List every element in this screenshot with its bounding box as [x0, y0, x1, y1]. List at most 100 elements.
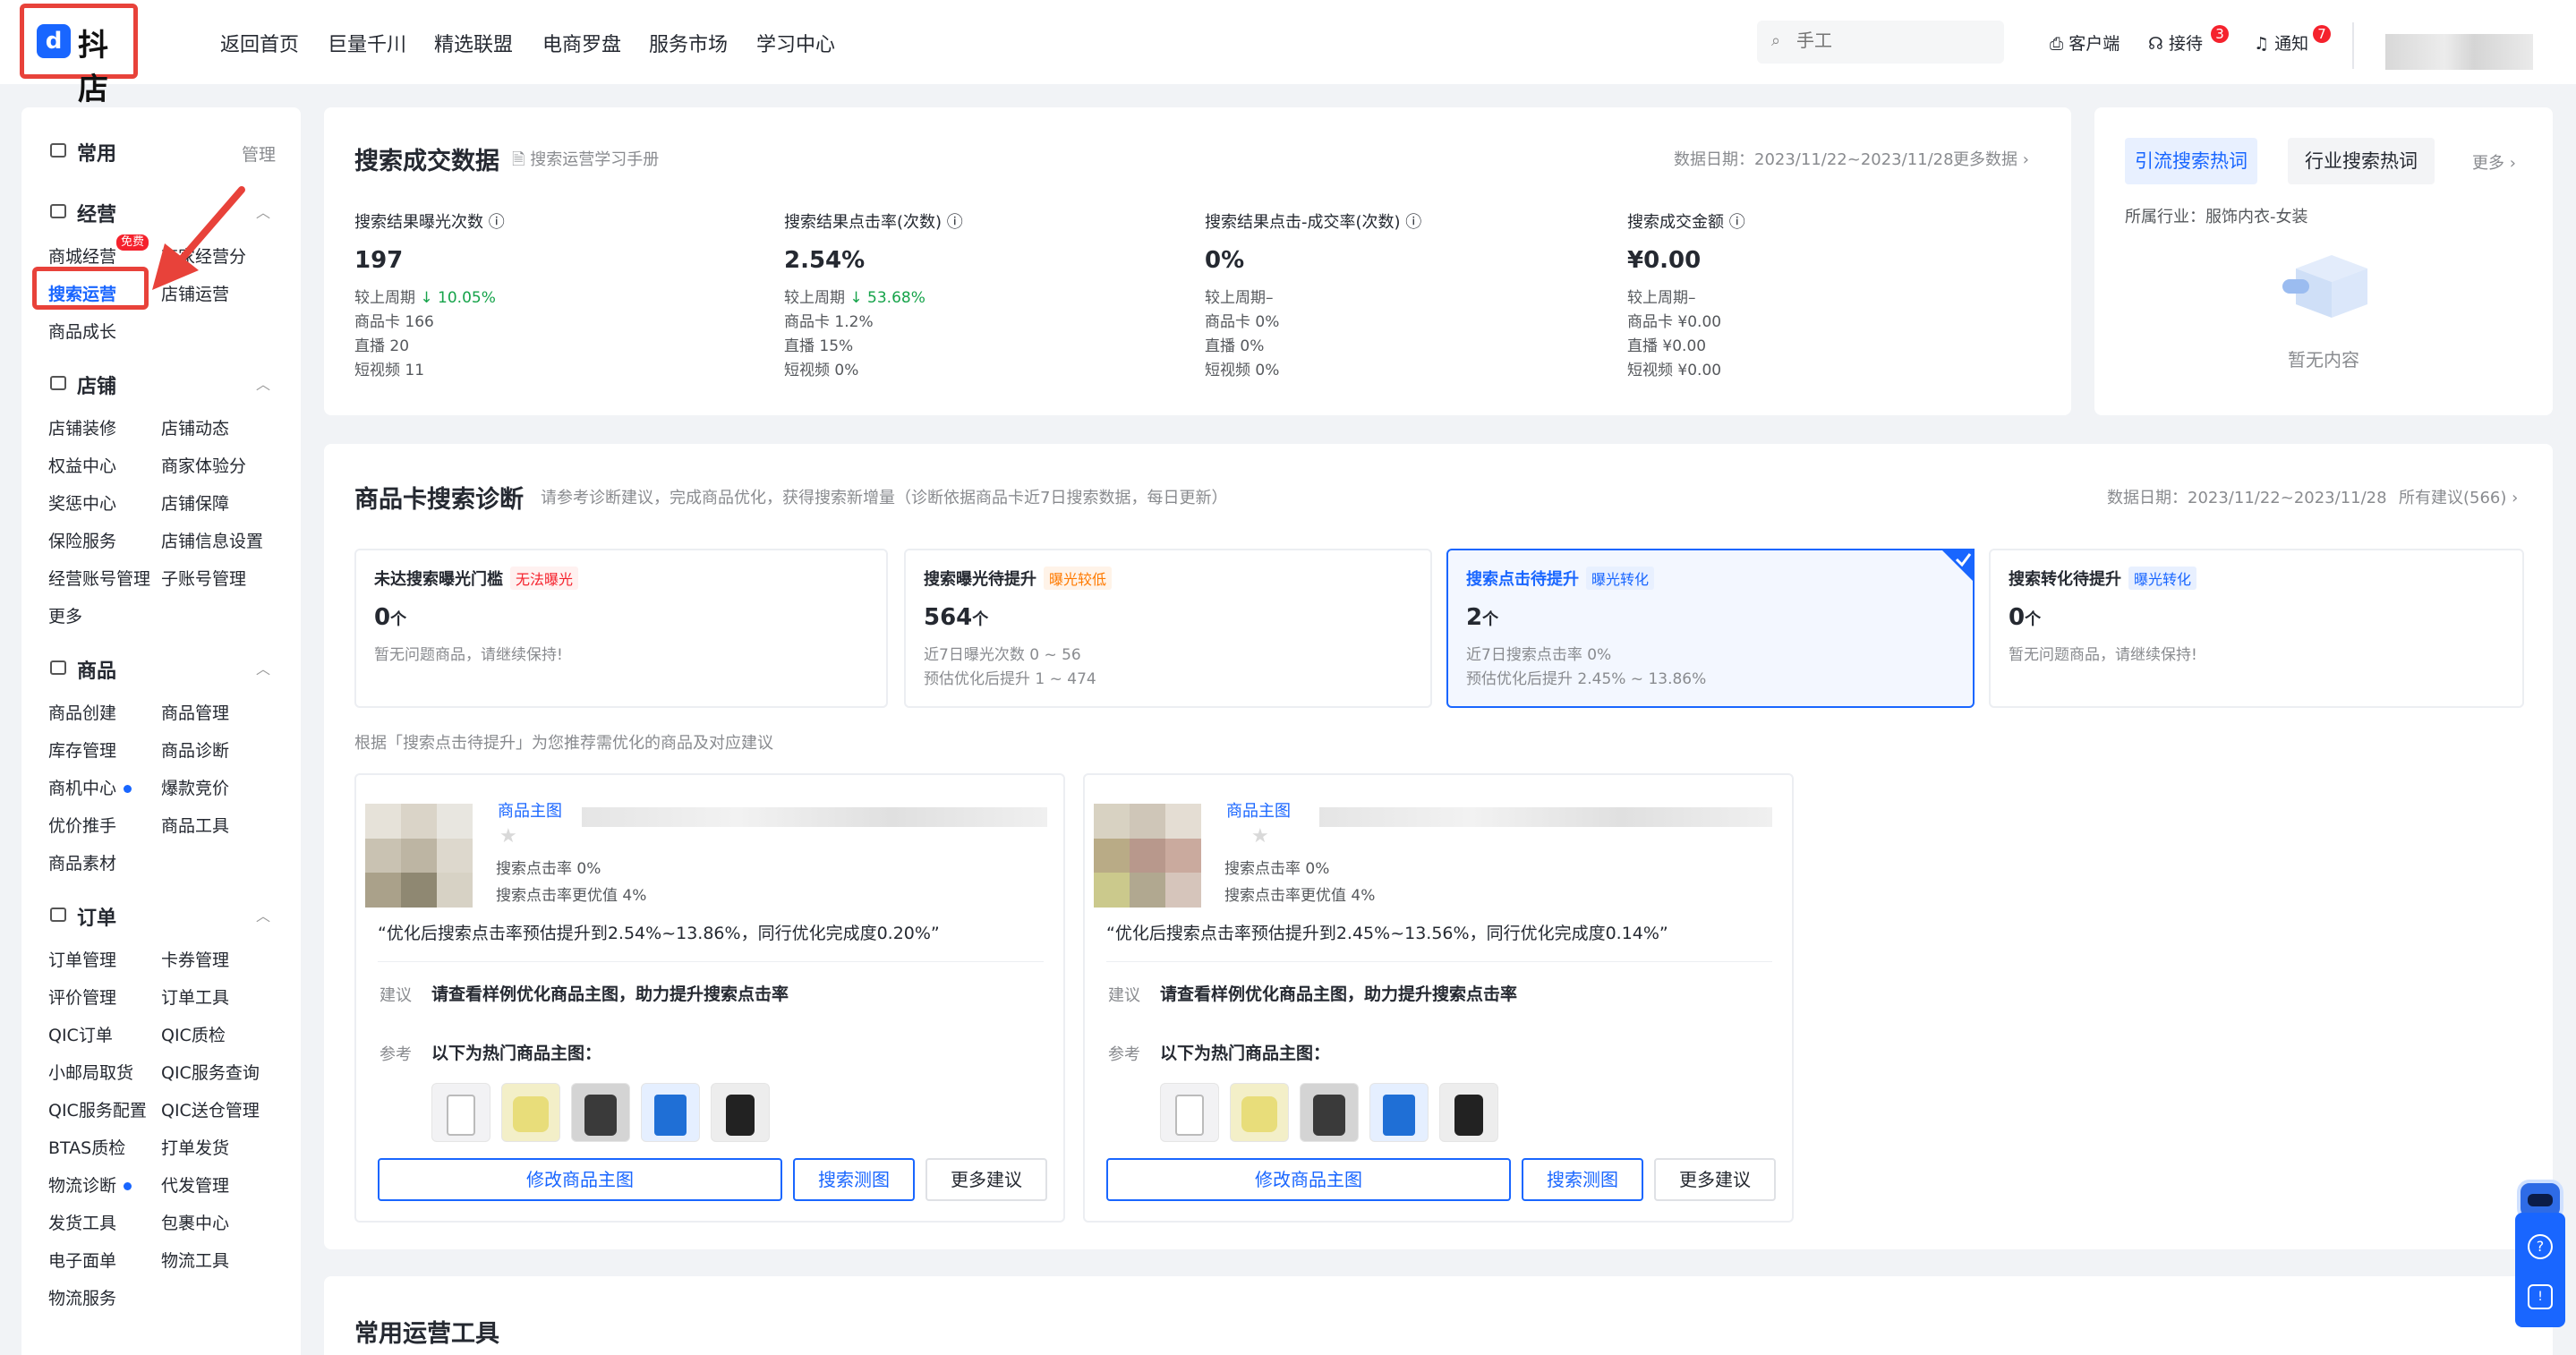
sidebar-item[interactable]: 订单工具 [161, 984, 229, 1009]
reference-image[interactable] [1300, 1083, 1359, 1142]
notice-link[interactable]: ♫ 通知 [2254, 30, 2308, 55]
nav-market[interactable]: 服务市场 [649, 29, 728, 57]
sidebar-item[interactable]: 权益中心 [48, 453, 116, 477]
sidebar-item-more[interactable]: 更多 [48, 603, 82, 627]
diagnosis-card-click[interactable]: 搜索点击待提升 曝光转化 2个 近7日搜索点击率 0% 预估优化后提升 2.45% … [1446, 549, 1975, 708]
nav-qianchuan[interactable]: 巨量千川 [328, 29, 406, 57]
search-test-image-button[interactable]: 搜索测图 [793, 1158, 915, 1201]
chevron-up-icon[interactable]: ︿ [256, 657, 270, 678]
sidebar-item[interactable]: 店铺保障 [161, 490, 229, 515]
help-icon[interactable]: ? [2528, 1234, 2553, 1259]
more-link[interactable]: 更多 › [2472, 150, 2516, 174]
sidebar-item[interactable]: 发货工具 [48, 1210, 116, 1234]
star-icon[interactable]: ★ [1251, 825, 1269, 848]
reception-link[interactable]: ☊ 接待 [2148, 30, 2203, 55]
sidebar-item[interactable]: 保险服务 [48, 528, 116, 552]
nav-alliance[interactable]: 精选联盟 [434, 29, 513, 57]
sidebar-item[interactable]: BTAS质检 [48, 1135, 125, 1159]
manual-link[interactable]: 🗎 搜索运营学习手册 [512, 147, 659, 175]
all-suggestions-link[interactable]: 所有建议(566) › [2399, 485, 2518, 508]
sidebar-item[interactable]: 店铺信息设置 [161, 528, 263, 552]
sidebar-item[interactable]: 爆款竞价 [161, 775, 229, 799]
product-main-image-link[interactable]: 商品主图 [498, 798, 562, 822]
diagnosis-card-conversion[interactable]: 搜索转化待提升 曝光转化 0个 暂无问题商品，请继续保持! [1989, 549, 2524, 708]
sidebar-item[interactable]: 订单管理 [48, 947, 116, 971]
diagnosis-card-exposure[interactable]: 搜索曝光待提升 曝光较低 564个 近7日曝光次数 0 ~ 56 预估优化后提升 1… [904, 549, 1432, 708]
reference-image[interactable] [641, 1083, 700, 1142]
product-thumbnail[interactable] [365, 804, 473, 908]
reference-image[interactable] [1369, 1083, 1429, 1142]
sidebar-item[interactable]: 优价推手 [48, 813, 116, 837]
sidebar-section-orders[interactable]: 订单 [77, 902, 116, 931]
more-suggestions-button[interactable]: 更多建议 [925, 1158, 1047, 1201]
more-suggestions-button[interactable]: 更多建议 [1654, 1158, 1776, 1201]
sidebar-item[interactable]: 小邮局取货 [48, 1060, 133, 1084]
chevron-up-icon[interactable]: ︿ [256, 372, 270, 394]
client-link[interactable]: ⎙ 客户端 [2050, 30, 2120, 55]
sidebar-item[interactable]: 商机中心 [48, 775, 132, 799]
sidebar-item[interactable]: 商品工具 [161, 813, 229, 837]
sidebar-item[interactable]: 商品管理 [161, 700, 229, 724]
reference-image[interactable] [431, 1083, 490, 1142]
sidebar-item[interactable]: 代发管理 [161, 1172, 229, 1197]
edit-main-image-button[interactable]: 修改商品主图 [1106, 1158, 1511, 1201]
sidebar-item[interactable]: 商家体验分 [161, 453, 246, 477]
sidebar-item[interactable]: QIC服务查询 [161, 1060, 260, 1084]
nav-learning[interactable]: 学习中心 [756, 29, 835, 57]
sidebar-section-shop[interactable]: 店铺 [77, 371, 116, 399]
reference-image[interactable] [711, 1083, 770, 1142]
reference-image[interactable] [1160, 1083, 1219, 1142]
sidebar-item[interactable]: 物流诊断 [48, 1172, 132, 1197]
sidebar-item[interactable]: 商品诊断 [161, 737, 229, 762]
sidebar-item[interactable]: 库存管理 [48, 737, 116, 762]
sidebar-item-mall[interactable]: 商城经营 [48, 243, 116, 268]
sidebar-item[interactable]: 卡券管理 [161, 947, 229, 971]
reference-image[interactable] [501, 1083, 560, 1142]
sidebar-item[interactable]: 店铺动态 [161, 415, 229, 439]
diagnosis-card-threshold[interactable]: 未达搜索曝光门槛 无法曝光 0个 暂无问题商品，请继续保持! [354, 549, 888, 708]
sidebar-item[interactable]: 评价管理 [48, 984, 116, 1009]
nav-home[interactable]: 返回首页 [220, 29, 299, 57]
more-data-link[interactable]: 更多数据 › [1953, 147, 2029, 170]
sidebar-item[interactable]: 打单发货 [161, 1135, 229, 1159]
sidebar-item[interactable]: QIC质检 [161, 1022, 226, 1046]
sidebar-item[interactable]: QIC订单 [48, 1022, 113, 1046]
user-account[interactable] [2385, 34, 2533, 70]
edit-main-image-button[interactable]: 修改商品主图 [378, 1158, 782, 1201]
sidebar-item-goods-growth[interactable]: 商品成长 [48, 319, 116, 343]
reference-image[interactable] [1439, 1083, 1498, 1142]
sidebar-item[interactable]: 店铺装修 [48, 415, 116, 439]
product-main-image-link[interactable]: 商品主图 [1226, 798, 1291, 822]
reference-image[interactable] [1230, 1083, 1289, 1142]
star-icon[interactable]: ★ [499, 825, 517, 848]
reference-image[interactable] [571, 1083, 630, 1142]
sidebar-section-goods[interactable]: 商品 [77, 655, 116, 684]
chevron-up-icon[interactable]: ︿ [256, 904, 270, 925]
search-box[interactable]: ⌕ [1757, 21, 2004, 64]
sidebar-item[interactable]: 奖惩中心 [48, 490, 116, 515]
sidebar-item[interactable]: 经营账号管理 [48, 566, 150, 590]
sidebar-item[interactable]: 物流服务 [48, 1285, 116, 1309]
search-test-image-button[interactable]: 搜索测图 [1522, 1158, 1643, 1201]
sidebar-item-search-ops[interactable]: 搜索运营 [48, 281, 116, 305]
manage-link[interactable]: 管理 [242, 141, 276, 166]
sidebar-item[interactable]: QIC送仓管理 [161, 1097, 260, 1121]
sidebar-item[interactable]: QIC服务配置 [48, 1097, 147, 1121]
chevron-up-icon[interactable]: ︿ [256, 200, 270, 222]
search-input[interactable] [1796, 30, 1975, 51]
sidebar-item[interactable]: 商品创建 [48, 700, 116, 724]
sidebar-section-common[interactable]: 常用 [77, 138, 116, 166]
new-dot [124, 1182, 132, 1190]
shield-icon[interactable]: ! [2528, 1284, 2553, 1309]
tab-industry-hotwords[interactable]: 行业搜索热词 [2288, 138, 2435, 184]
product-thumbnail[interactable] [1094, 804, 1201, 908]
sidebar-item[interactable]: 电子面单 [48, 1248, 116, 1272]
logo[interactable]: d 抖店 [20, 4, 138, 107]
sidebar-section-business[interactable]: 经营 [77, 199, 116, 227]
sidebar-item[interactable]: 包裹中心 [161, 1210, 229, 1234]
nav-compass[interactable]: 电商罗盘 [542, 29, 621, 57]
sidebar-item[interactable]: 物流工具 [161, 1248, 229, 1272]
tab-traffic-hotwords[interactable]: 引流搜索热词 [2125, 138, 2257, 184]
sidebar-item[interactable]: 子账号管理 [161, 566, 246, 590]
sidebar-item[interactable]: 商品素材 [48, 850, 116, 874]
